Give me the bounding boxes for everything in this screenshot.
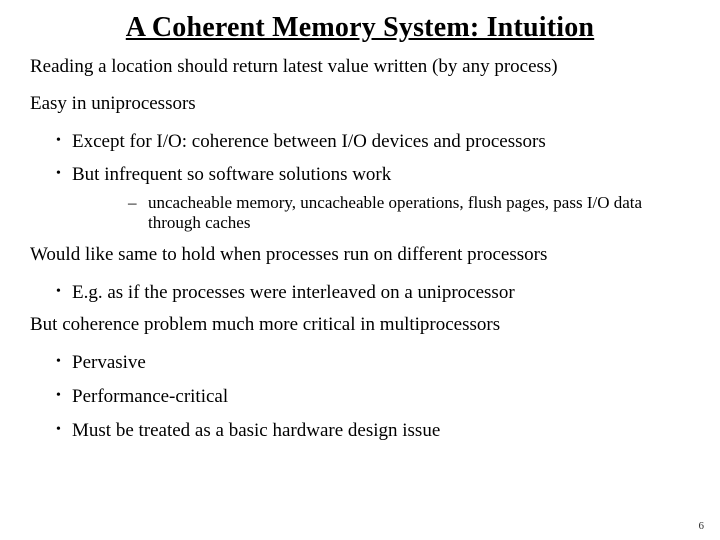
bullet-item: Except for I/O: coherence between I/O de… [30,130,690,154]
bullet-item: E.g. as if the processes were interleave… [30,281,690,305]
bullet-item: Must be treated as a basic hardware desi… [30,419,690,443]
bullet-list: E.g. as if the processes were interleave… [30,281,690,305]
paragraph: Would like same to hold when processes r… [30,244,690,267]
paragraph: But coherence problem much more critical… [30,314,690,337]
sub-list: uncacheable memory, uncacheable operatio… [72,193,690,234]
bullet-list: Except for I/O: coherence between I/O de… [30,130,690,234]
bullet-item: Pervasive [30,351,690,375]
bullet-item: But infrequent so software solutions wor… [30,163,690,234]
slide-title: A Coherent Memory System: Intuition [30,12,690,44]
bullet-item: Performance-critical [30,385,690,409]
bullet-text: But infrequent so software solutions wor… [72,164,391,185]
slide: A Coherent Memory System: Intuition Read… [0,0,720,540]
sub-item: uncacheable memory, uncacheable operatio… [72,193,690,234]
paragraph: Easy in uniprocessors [30,93,690,116]
page-number: 6 [699,520,705,532]
paragraph: Reading a location should return latest … [30,56,690,79]
bullet-list: Pervasive Performance-critical Must be t… [30,351,690,442]
